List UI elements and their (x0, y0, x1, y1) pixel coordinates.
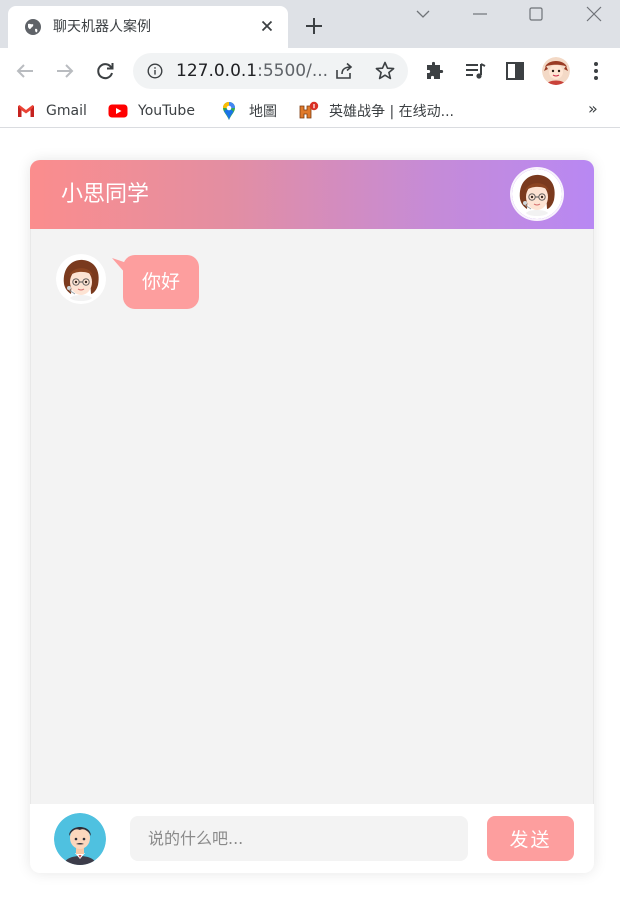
url-path: :5500/... (257, 61, 329, 81)
globe-icon (25, 19, 41, 35)
bot-message-bubble: 你好 (123, 255, 199, 309)
send-button[interactable]: 发送 (487, 816, 574, 861)
browser-menu-icon[interactable] (584, 59, 608, 83)
site-info-icon[interactable] (147, 63, 163, 79)
bookmark-label: 地圖 (249, 104, 277, 120)
share-icon[interactable] (334, 61, 354, 81)
bookmark-gmail[interactable]: Gmail (16, 101, 87, 121)
message-list[interactable]: 你好 (30, 229, 594, 804)
extensions-icon[interactable] (423, 59, 447, 83)
url-text[interactable]: 127.0.0.1:5500/... (176, 61, 328, 81)
reload-icon[interactable] (93, 59, 117, 83)
bookmark-star-icon[interactable] (374, 60, 396, 82)
bookmark-hero-war[interactable]: 英雄战争 | 在线动... (299, 101, 454, 121)
maximize-icon[interactable] (526, 4, 546, 24)
chat-title: 小思同学 (61, 182, 150, 207)
more-bookmarks-chevron[interactable]: » (588, 99, 598, 118)
bookmark-label: Gmail (46, 103, 87, 119)
tab-search-icon[interactable] (413, 4, 433, 24)
message-input[interactable] (130, 816, 468, 861)
tab-strip: 聊天机器人案例 (0, 0, 620, 48)
tab-title: 聊天机器人案例 (53, 19, 151, 35)
forward-icon[interactable] (53, 59, 77, 83)
new-tab-icon[interactable] (303, 15, 325, 37)
user-avatar (54, 813, 106, 865)
profile-avatar-icon (542, 57, 570, 85)
bookmark-maps[interactable]: 地圖 (219, 101, 277, 121)
close-window-icon[interactable] (584, 4, 604, 24)
gmail-icon (18, 105, 34, 117)
chat-header: 小思同学 (30, 160, 594, 229)
back-icon[interactable] (13, 59, 37, 83)
page-viewport: 小思同学 你好 发送 (0, 129, 620, 898)
active-tab[interactable]: 聊天机器人案例 (8, 6, 288, 48)
address-bar[interactable]: 127.0.0.1:5500/... (133, 53, 408, 89)
maps-icon (223, 102, 235, 120)
media-controls-icon[interactable] (463, 59, 487, 83)
close-tab-icon[interactable] (258, 17, 276, 35)
bookmark-label: YouTube (138, 103, 195, 119)
youtube-icon (108, 104, 128, 118)
hero-war-icon (299, 101, 319, 119)
profile-avatar[interactable] (542, 57, 570, 85)
user-avatar-icon (54, 813, 106, 865)
bot-avatar-header (512, 169, 562, 219)
bot-avatar-icon (56, 254, 106, 304)
browser-toolbar: 127.0.0.1:5500/... (0, 48, 620, 94)
chat-window: 小思同学 你好 发送 (30, 160, 594, 873)
bot-avatar-icon (512, 169, 562, 219)
url-host: 127.0.0.1 (176, 61, 258, 81)
side-panel-icon[interactable] (503, 59, 527, 83)
bookmark-label: 英雄战争 | 在线动... (329, 104, 454, 120)
bookmarks-bar: Gmail YouTube 地圖 英雄战争 | 在线动... » (0, 94, 620, 128)
bookmark-youtube[interactable]: YouTube (108, 101, 195, 121)
minimize-icon[interactable] (470, 4, 490, 24)
bot-avatar (56, 254, 106, 304)
chat-input-bar: 发送 (30, 804, 594, 873)
